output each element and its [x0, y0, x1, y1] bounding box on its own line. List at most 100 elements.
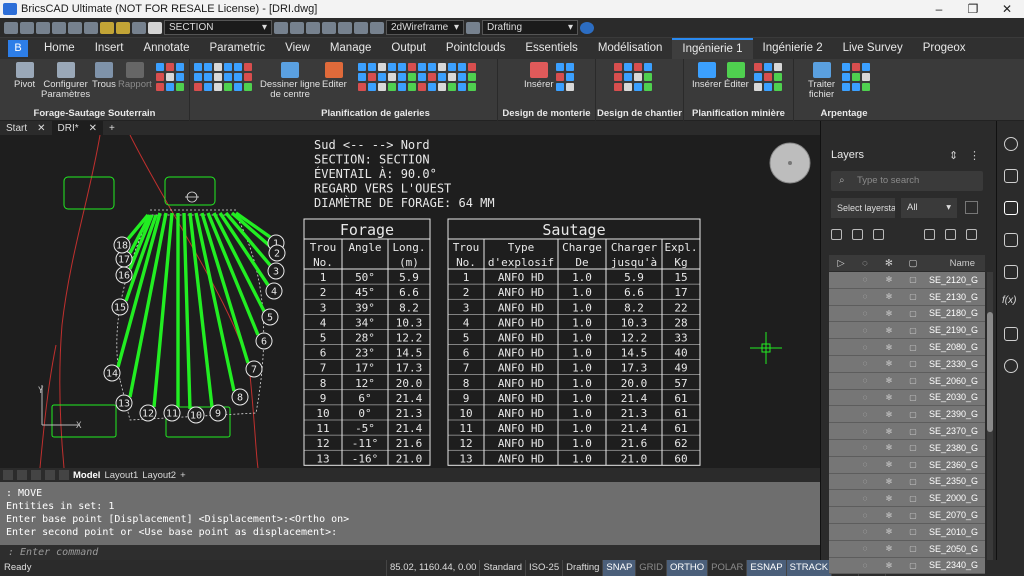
layer-row[interactable]: ◌ ✻ ▢ SE_2050_G: [829, 540, 985, 558]
tab-pointclouds[interactable]: Pointclouds: [436, 38, 515, 59]
function-icon[interactable]: f(x): [1002, 295, 1016, 306]
light-bulb-icon[interactable]: ◌: [853, 292, 877, 301]
tab-insert[interactable]: Insert: [85, 38, 134, 59]
unlock-icon[interactable]: ▢: [901, 443, 925, 452]
library-icon[interactable]: [1004, 265, 1018, 279]
status-grid[interactable]: GRID: [635, 560, 666, 576]
sun-icon[interactable]: ✻: [877, 292, 901, 301]
unlock-icon[interactable]: ▢: [901, 460, 925, 469]
sun-icon[interactable]: ✻: [877, 527, 901, 536]
layer-search-input[interactable]: Type to search: [831, 171, 983, 191]
light-bulb-icon[interactable]: ◌: [853, 561, 877, 570]
editer-miniere-button[interactable]: Éditer: [724, 62, 749, 90]
tab-live-survey[interactable]: Live Survey: [833, 38, 913, 59]
color-swatch-icon[interactable]: [148, 21, 162, 34]
unlock-icon[interactable]: ▢: [901, 275, 925, 284]
filter-icon[interactable]: [924, 229, 935, 240]
status-snap[interactable]: SNAP: [602, 560, 636, 576]
save-icon[interactable]: [36, 21, 50, 34]
layer-row[interactable]: ◌ ✻ ▢ SE_2190_G: [829, 322, 985, 340]
trous-button[interactable]: Trous: [92, 62, 116, 90]
layer-paint-icon[interactable]: [966, 229, 977, 240]
close-button[interactable]: ✕: [990, 0, 1024, 18]
layer-tools-icon[interactable]: [274, 21, 288, 34]
status-ortho[interactable]: ORTHO: [666, 560, 708, 576]
more-options-icon[interactable]: ⋮: [969, 149, 980, 162]
tab-essentiels[interactable]: Essentiels: [515, 38, 587, 59]
sun-icon[interactable]: ✻: [877, 494, 901, 503]
layer-row[interactable]: ◌ ✻ ▢ SE_2000_G: [829, 490, 985, 508]
light-bulb-icon[interactable]: ◌: [853, 410, 877, 419]
unlock-icon[interactable]: ▢: [901, 309, 925, 318]
unlock-icon[interactable]: ▢: [901, 376, 925, 385]
new-icon[interactable]: [4, 21, 18, 34]
rapport-button[interactable]: Rapport: [118, 62, 152, 90]
unlock-icon[interactable]: ▢: [901, 527, 925, 536]
layer-row[interactable]: ◌ ✻ ▢ SE_2130_G: [829, 288, 985, 306]
layer-settings-icon[interactable]: [965, 201, 978, 214]
redo-icon[interactable]: [84, 21, 98, 34]
sun-icon[interactable]: ✻: [877, 410, 901, 419]
light-bulb-icon[interactable]: ◌: [853, 427, 877, 436]
tab-mod-lisation[interactable]: Modélisation: [588, 38, 673, 59]
drawing-canvas[interactable]: 1 2 3 4 5 6 7 8 9 10 11 12 13 14 15 16 17 18 X Y Sud <-- …: [0, 135, 820, 468]
tab-parametric[interactable]: Parametric: [200, 38, 276, 59]
add-layout-button[interactable]: +: [180, 470, 186, 481]
section-layer-dropdown[interactable]: SECTION ▾: [164, 20, 272, 35]
maximize-button[interactable]: ❐: [956, 0, 990, 18]
layer-off-icon[interactable]: [306, 21, 320, 34]
sun-icon[interactable]: ✻: [877, 561, 901, 570]
visual-style-dropdown[interactable]: 2dWireframe ▾: [386, 20, 464, 35]
unlock-icon[interactable]: ▢: [901, 544, 925, 553]
layer-row[interactable]: ◌ ✻ ▢ SE_2380_G: [829, 439, 985, 457]
unlock-icon[interactable]: ▢: [901, 494, 925, 503]
tab-layout2[interactable]: Layout2: [142, 470, 176, 481]
sun-icon[interactable]: ✻: [877, 376, 901, 385]
sun-icon[interactable]: ✻: [877, 460, 901, 469]
unlock-icon[interactable]: ▢: [901, 359, 925, 368]
layer-list-scrollbar[interactable]: [987, 272, 993, 560]
tab-ing-nierie-1[interactable]: Ingénierie 1: [672, 38, 753, 59]
doc-tab-dri[interactable]: DRI* ✕: [51, 121, 104, 135]
print-icon[interactable]: [52, 21, 66, 34]
layer-row[interactable]: ◌ ✻ ▢ SE_2070_G: [829, 507, 985, 524]
light-bulb-icon[interactable]: ◌: [853, 309, 877, 318]
status-standard[interactable]: Standard: [479, 560, 525, 576]
light-bulb-icon[interactable]: ◌: [853, 393, 877, 402]
status-polar[interactable]: POLAR: [707, 560, 746, 576]
doc-tab-start[interactable]: Start ✕: [0, 121, 52, 135]
properties-sliders-icon[interactable]: [1004, 169, 1018, 183]
layerstate-dropdown[interactable]: Select layerstate: [831, 198, 895, 218]
unlock-icon[interactable]: ▢: [901, 477, 925, 486]
sun-icon[interactable]: ✻: [877, 544, 901, 553]
inserer-miniere-button[interactable]: Insérer: [692, 62, 722, 90]
layer-row[interactable]: ◌ ✻ ▢ SE_2360_G: [829, 456, 985, 474]
layer-row[interactable]: ◌ ✻ ▢ SE_2120_G: [829, 272, 985, 289]
first-layout-button[interactable]: [3, 470, 13, 480]
tab-manage[interactable]: Manage: [320, 38, 382, 59]
light-bulb-icon[interactable]: ◌: [853, 460, 877, 469]
scrollbar-thumb[interactable]: [987, 312, 993, 432]
light-bulb-icon[interactable]: [1004, 137, 1018, 151]
new-layer-icon[interactable]: [831, 229, 842, 240]
close-icon[interactable]: ✕: [37, 123, 45, 134]
light-bulb-icon[interactable]: [100, 21, 114, 34]
traiter-fichier-button[interactable]: Traiter fichier: [808, 62, 835, 100]
layer-freeze-icon[interactable]: [290, 21, 304, 34]
sun-icon[interactable]: ✻: [877, 443, 901, 452]
unlock-icon[interactable]: ▢: [901, 393, 925, 402]
layer-row[interactable]: ◌ ✻ ▢ SE_2080_G: [829, 339, 985, 356]
light-bulb-icon[interactable]: ◌: [853, 511, 877, 520]
light-bulb-icon[interactable]: ◌: [853, 477, 877, 486]
new-tab-button[interactable]: +: [103, 121, 121, 135]
match-layer-icon[interactable]: [354, 21, 368, 34]
light-bulb-icon[interactable]: ◌: [853, 359, 877, 368]
unlock-icon[interactable]: ▢: [901, 561, 925, 570]
workspace-icon[interactable]: [466, 21, 480, 34]
editer-galerie-button[interactable]: Editer: [322, 62, 347, 90]
inserer-monterie-button[interactable]: Insérer: [524, 62, 554, 90]
close-icon[interactable]: ✕: [89, 123, 97, 134]
pivot-button[interactable]: Pivot: [14, 62, 35, 90]
sun-icon[interactable]: ✻: [877, 511, 901, 520]
layer-row[interactable]: ◌ ✻ ▢ SE_2030_G: [829, 389, 985, 407]
